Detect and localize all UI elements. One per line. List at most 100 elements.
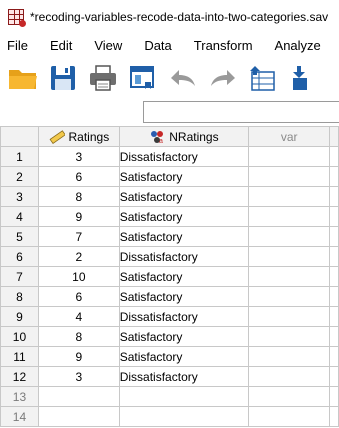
row-number[interactable]: 3 bbox=[0, 186, 39, 207]
cell-ratings[interactable]: 6 bbox=[37, 166, 120, 187]
cell-ratings[interactable]: 9 bbox=[37, 206, 120, 227]
redo-icon[interactable] bbox=[206, 61, 240, 95]
cell-ratings[interactable]: 6 bbox=[37, 286, 120, 307]
cell-ratings[interactable]: 9 bbox=[37, 346, 120, 367]
menu-file[interactable]: File bbox=[7, 38, 28, 53]
cell-nratings[interactable]: Satisfactory bbox=[118, 326, 250, 347]
cell-var[interactable] bbox=[248, 286, 331, 307]
row-number[interactable]: 4 bbox=[0, 206, 39, 227]
table-row: 14 bbox=[0, 406, 339, 427]
cell-extra[interactable] bbox=[329, 226, 339, 247]
cell-extra[interactable] bbox=[329, 146, 339, 167]
cell-nratings[interactable]: Satisfactory bbox=[118, 266, 250, 287]
cell-extra[interactable] bbox=[329, 306, 339, 327]
cell-ratings[interactable]: 7 bbox=[37, 226, 120, 247]
cell-extra[interactable] bbox=[329, 286, 339, 307]
cell-nratings[interactable]: Satisfactory bbox=[118, 186, 250, 207]
cell-var[interactable] bbox=[248, 246, 331, 267]
go-to-case-icon[interactable] bbox=[246, 61, 280, 95]
row-number[interactable]: 5 bbox=[0, 226, 39, 247]
row-number[interactable]: 14 bbox=[0, 406, 39, 427]
nominal-variable-icon: a bbox=[151, 130, 164, 144]
row-number[interactable]: 8 bbox=[0, 286, 39, 307]
cell-nratings[interactable]: Dissatisfactory bbox=[118, 366, 250, 387]
row-number[interactable]: 13 bbox=[0, 386, 39, 407]
cell-extra[interactable] bbox=[329, 186, 339, 207]
menu-view[interactable]: View bbox=[94, 38, 122, 53]
recall-dialog-icon[interactable] bbox=[126, 61, 160, 95]
column-header-extra[interactable] bbox=[329, 126, 339, 147]
cell-var[interactable] bbox=[248, 306, 331, 327]
menu-edit[interactable]: Edit bbox=[50, 38, 72, 53]
cell-var[interactable] bbox=[248, 326, 331, 347]
row-number[interactable]: 9 bbox=[0, 306, 39, 327]
menu-transform[interactable]: Transform bbox=[194, 38, 253, 53]
cell-ratings[interactable]: 4 bbox=[37, 306, 120, 327]
cell-var[interactable] bbox=[248, 346, 331, 367]
row-number[interactable]: 2 bbox=[0, 166, 39, 187]
cell-nratings[interactable]: Satisfactory bbox=[118, 286, 250, 307]
go-to-variable-icon[interactable] bbox=[282, 61, 316, 95]
table-row: 7 10 Satisfactory bbox=[0, 266, 339, 287]
cell-extra[interactable] bbox=[329, 406, 339, 427]
table-row: 10 8 Satisfactory bbox=[0, 326, 339, 347]
menu-data[interactable]: Data bbox=[144, 38, 171, 53]
column-header-var[interactable]: var bbox=[248, 126, 331, 147]
spss-app-icon bbox=[8, 8, 26, 27]
cell-ratings[interactable]: 3 bbox=[37, 146, 120, 167]
cell-nratings[interactable]: Dissatisfactory bbox=[118, 146, 250, 167]
cell-var[interactable] bbox=[248, 266, 331, 287]
cell-extra[interactable] bbox=[329, 266, 339, 287]
cell-ratings[interactable]: 10 bbox=[37, 266, 120, 287]
row-number[interactable]: 11 bbox=[0, 346, 39, 367]
cell-var[interactable] bbox=[248, 146, 331, 167]
cell-ratings[interactable] bbox=[37, 386, 120, 407]
grid-corner[interactable] bbox=[0, 126, 39, 147]
cell-nratings[interactable]: Satisfactory bbox=[118, 166, 250, 187]
cell-nratings[interactable] bbox=[118, 386, 250, 407]
cell-nratings[interactable]: Satisfactory bbox=[118, 346, 250, 367]
column-header-nratings[interactable]: a NRatings bbox=[118, 126, 250, 147]
cell-ratings[interactable]: 2 bbox=[37, 246, 120, 267]
cell-nratings[interactable]: Satisfactory bbox=[118, 206, 250, 227]
cell-value-input[interactable] bbox=[143, 101, 339, 123]
cell-extra[interactable] bbox=[329, 326, 339, 347]
cell-extra[interactable] bbox=[329, 386, 339, 407]
scale-ruler-icon bbox=[49, 129, 65, 144]
cell-nratings[interactable]: Dissatisfactory bbox=[118, 306, 250, 327]
cell-var[interactable] bbox=[248, 166, 331, 187]
menu-analyze[interactable]: Analyze bbox=[275, 38, 321, 53]
cell-var[interactable] bbox=[248, 366, 331, 387]
cell-var[interactable] bbox=[248, 206, 331, 227]
row-number[interactable]: 6 bbox=[0, 246, 39, 267]
row-number[interactable]: 7 bbox=[0, 266, 39, 287]
cell-ratings[interactable] bbox=[37, 406, 120, 427]
save-icon[interactable] bbox=[46, 61, 80, 95]
table-row: 4 9 Satisfactory bbox=[0, 206, 339, 227]
table-row: 13 bbox=[0, 386, 339, 407]
print-icon[interactable] bbox=[86, 61, 120, 95]
cell-extra[interactable] bbox=[329, 206, 339, 227]
cell-extra[interactable] bbox=[329, 246, 339, 267]
undo-icon[interactable] bbox=[166, 61, 200, 95]
row-number[interactable]: 10 bbox=[0, 326, 39, 347]
cell-nratings[interactable]: Satisfactory bbox=[118, 226, 250, 247]
cell-nratings[interactable]: Dissatisfactory bbox=[118, 246, 250, 267]
cell-var[interactable] bbox=[248, 406, 331, 427]
row-number[interactable]: 12 bbox=[0, 366, 39, 387]
cell-extra[interactable] bbox=[329, 346, 339, 367]
cell-var[interactable] bbox=[248, 186, 331, 207]
cell-var[interactable] bbox=[248, 226, 331, 247]
cell-var[interactable] bbox=[248, 386, 331, 407]
column-header-ratings[interactable]: Ratings bbox=[37, 126, 120, 147]
cell-ratings[interactable]: 3 bbox=[37, 366, 120, 387]
cell-extra[interactable] bbox=[329, 366, 339, 387]
open-folder-icon[interactable] bbox=[6, 61, 40, 95]
table-row: 12 3 Dissatisfactory bbox=[0, 366, 339, 387]
cell-ratings[interactable]: 8 bbox=[37, 186, 120, 207]
cell-nratings[interactable] bbox=[118, 406, 250, 427]
row-number[interactable]: 1 bbox=[0, 146, 39, 167]
cell-extra[interactable] bbox=[329, 166, 339, 187]
cell-ratings[interactable]: 8 bbox=[37, 326, 120, 347]
svg-text:a: a bbox=[159, 138, 163, 144]
